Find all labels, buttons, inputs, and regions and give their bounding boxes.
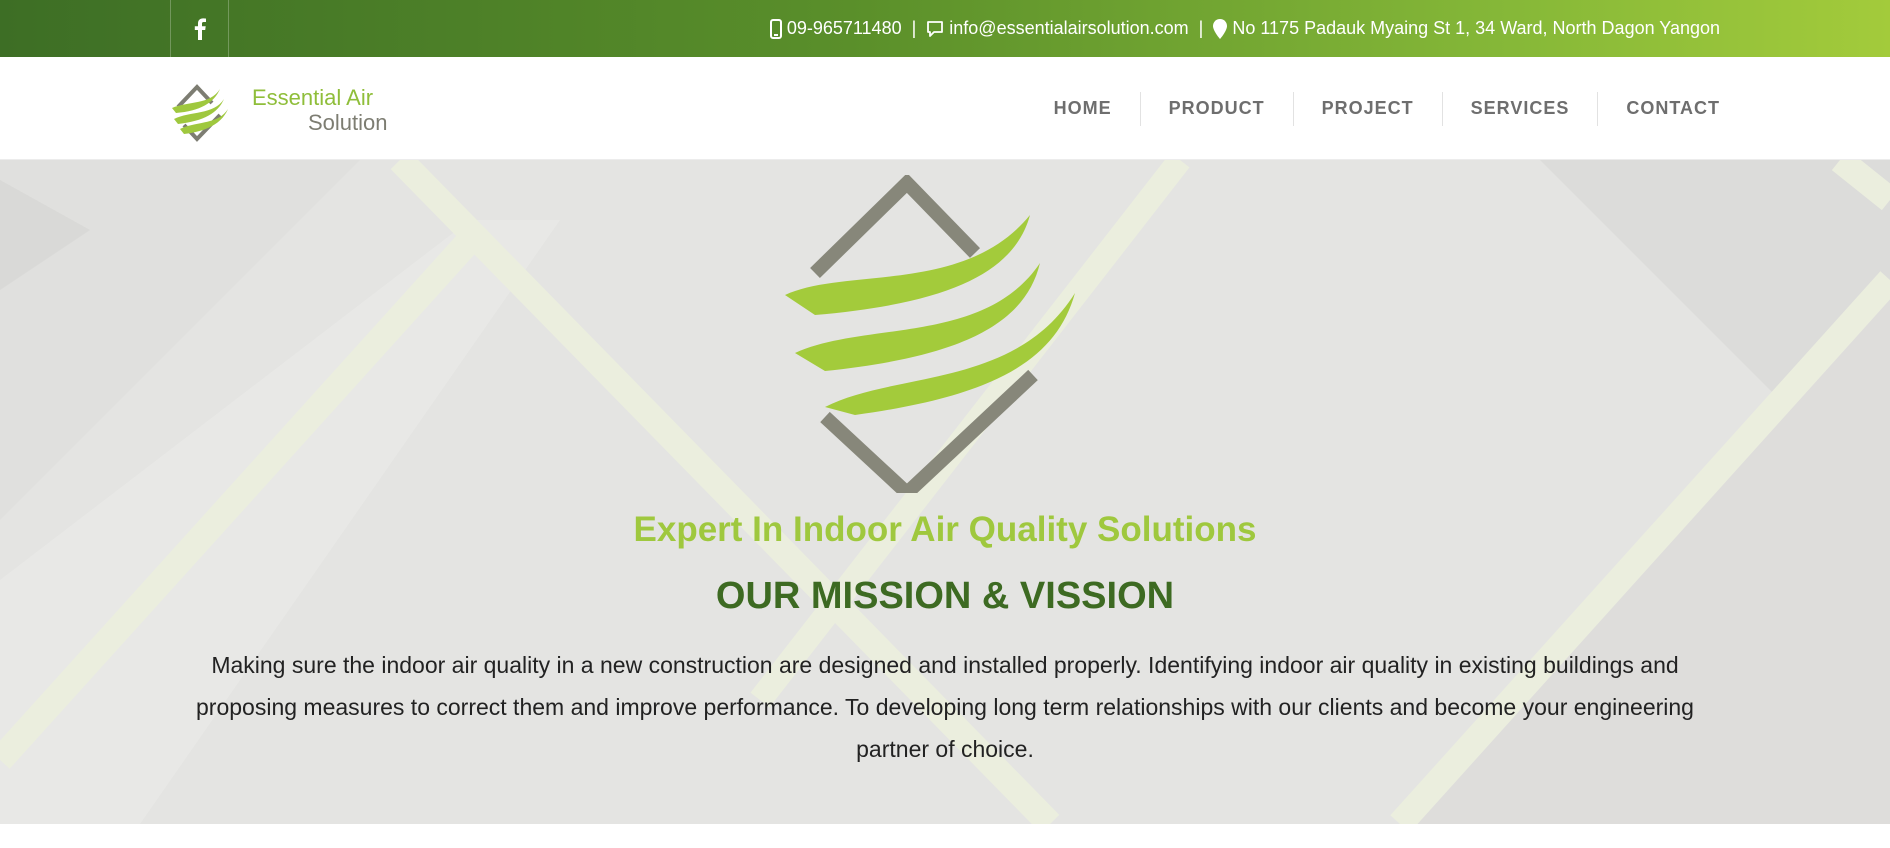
nav-contact[interactable]: CONTACT — [1597, 91, 1720, 126]
nav-project[interactable]: PROJECT — [1292, 91, 1442, 126]
contact-info: 09-965711480 | info@essentialairsolution… — [769, 0, 1720, 57]
main-navigation: HOME PRODUCT PROJECT SERVICES CONTACT — [1026, 57, 1720, 160]
facebook-icon — [194, 17, 206, 40]
logo-text-line1: Essential Air — [252, 85, 374, 110]
map-marker-icon — [1213, 18, 1228, 39]
logo-mark — [172, 84, 228, 142]
address-text: No 1175 Padauk Myaing St 1, 34 Ward, Nor… — [1232, 18, 1720, 38]
separator: | — [911, 18, 917, 38]
phone-number[interactable]: 09-965711480 — [787, 18, 902, 39]
tagline-heading: Expert In Indoor Air Quality Solutions — [633, 510, 1257, 549]
mission-text: Making sure the indoor air quality in a … — [196, 652, 1694, 762]
phone-icon — [769, 18, 782, 39]
nav-services[interactable]: SERVICES — [1441, 91, 1598, 126]
mission-title: OUR MISSION & VISSION — [715, 575, 1175, 617]
hero-logo-icon — [785, 175, 1075, 493]
nav-home[interactable]: HOME — [1026, 92, 1140, 126]
logo-text-line2: Solution — [308, 110, 388, 135]
separator: | — [1198, 18, 1204, 38]
facebook-link[interactable] — [170, 0, 229, 57]
site-logo[interactable]: Essential Air Solution — [170, 73, 400, 147]
message-icon — [926, 20, 944, 38]
email-link[interactable]: info@essentialairsolution.com — [949, 18, 1188, 39]
site-header: Essential Air Solution HOME PRODUCT PROJ… — [0, 57, 1890, 160]
top-bar: 09-965711480 | info@essentialairsolution… — [0, 0, 1890, 57]
mission-hero: Expert In Indoor Air Quality Solutions O… — [0, 160, 1890, 824]
nav-product[interactable]: PRODUCT — [1139, 91, 1293, 126]
